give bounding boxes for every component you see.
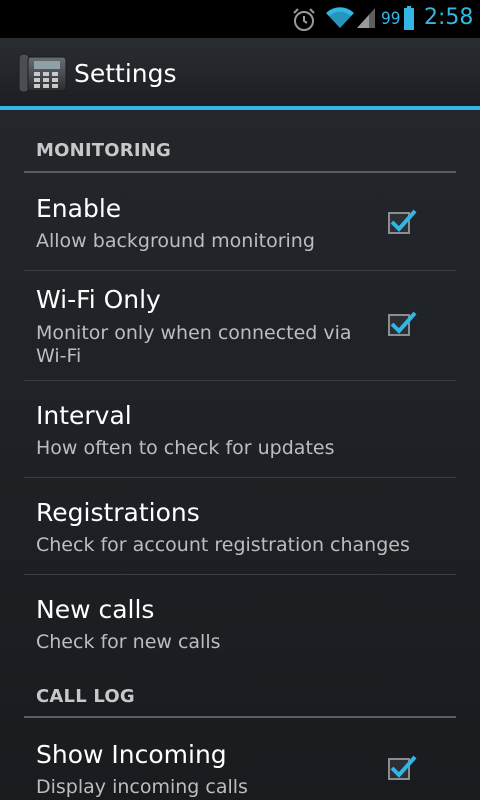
pref-new-calls[interactable]: New calls Check for new calls bbox=[24, 575, 456, 671]
pref-summary: Check for account registration changes bbox=[36, 534, 410, 556]
category-title: CALL LOG bbox=[36, 686, 135, 707]
pref-title: Wi-Fi Only bbox=[36, 285, 161, 314]
enable-checkbox[interactable] bbox=[388, 209, 417, 236]
pref-title: Enable bbox=[36, 194, 122, 223]
pref-summary: Display incoming calls bbox=[36, 776, 248, 798]
pref-title: Interval bbox=[36, 401, 132, 430]
checkmark-icon bbox=[390, 311, 417, 334]
checkmark-icon bbox=[390, 755, 417, 778]
wifi-icon bbox=[326, 7, 354, 29]
pref-show-incoming[interactable]: Show Incoming Display incoming calls bbox=[24, 718, 456, 800]
pref-registrations[interactable]: Registrations Check for account registra… bbox=[24, 478, 456, 574]
pref-title: Show Incoming bbox=[36, 740, 227, 769]
status-time: 2:58 bbox=[424, 5, 474, 30]
alarm-icon bbox=[293, 8, 315, 31]
pref-enable[interactable]: Enable Allow background monitoring bbox=[24, 172, 456, 270]
phone-icon[interactable] bbox=[18, 52, 68, 94]
battery-percent: 99 bbox=[381, 9, 401, 29]
action-bar: Settings bbox=[0, 38, 480, 106]
pref-interval[interactable]: Interval How often to check for updates bbox=[24, 381, 456, 477]
pref-summary: Check for new calls bbox=[36, 631, 221, 653]
wifi-only-checkbox[interactable] bbox=[388, 311, 417, 338]
pref-wifi-only[interactable]: Wi-Fi Only Monitor only when connected v… bbox=[24, 271, 456, 380]
pref-title: New calls bbox=[36, 595, 155, 624]
pref-title: Registrations bbox=[36, 498, 200, 527]
page-title: Settings bbox=[74, 59, 177, 88]
show-incoming-checkbox[interactable] bbox=[388, 755, 417, 782]
battery-icon bbox=[404, 6, 414, 30]
signal-icon bbox=[357, 8, 375, 28]
pref-summary: Monitor only when connected via Wi-Fi bbox=[36, 322, 352, 367]
pref-summary: How often to check for updates bbox=[36, 437, 335, 459]
checkmark-icon bbox=[390, 209, 417, 232]
category-title: MONITORING bbox=[36, 140, 171, 161]
status-bar: 99 2:58 bbox=[0, 0, 480, 38]
pref-summary: Allow background monitoring bbox=[36, 230, 315, 252]
